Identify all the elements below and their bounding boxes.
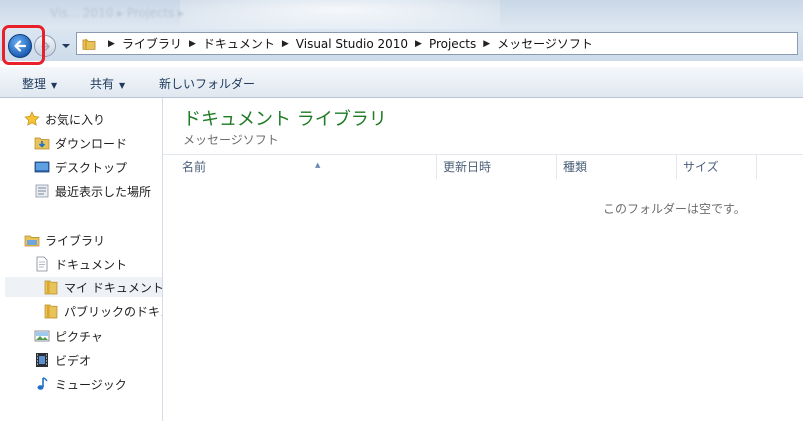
sidebar-item-favorites[interactable]: お気に入り	[24, 109, 105, 129]
navigation-pane: お気に入り ダウンロード デスクトップ 最近表示した場所 ライブラリ ドキュメン…	[0, 98, 163, 421]
back-button-highlight	[2, 25, 45, 65]
column-header-size[interactable]: サイズ	[677, 155, 757, 179]
chevron-down-icon: ▼	[119, 81, 126, 90]
downloads-folder-icon	[34, 135, 50, 151]
empty-folder-message: このフォルダーは空です。	[603, 202, 746, 216]
sidebar-item-music[interactable]: ミュージック	[34, 374, 127, 394]
folder-icon	[43, 279, 59, 295]
desktop-icon	[34, 159, 50, 175]
window-title: Vis... 2010 ▸ Projects ▸	[50, 6, 185, 20]
breadcrumb-separator-icon[interactable]: ▶	[415, 39, 422, 49]
breadcrumb-separator-icon[interactable]: ▶	[189, 39, 196, 49]
sidebar-item-label: パブリックのドキュメント	[64, 304, 162, 319]
breadcrumb-libraries[interactable]: ライブラリ	[122, 35, 182, 52]
sidebar-item-documents[interactable]: ドキュメント	[34, 254, 127, 274]
sidebar-item-label: デスクトップ	[55, 160, 128, 175]
sidebar-item-downloads[interactable]: ダウンロード	[34, 133, 127, 153]
column-header-name[interactable]: 名前 ▲	[176, 155, 437, 179]
file-list-pane: ドキュメント ライブラリ メッセージソフト 名前 ▲ 更新日時 種類 サイズ こ…	[163, 98, 803, 421]
share-menu-button[interactable]: 共有 ▼	[90, 75, 125, 92]
column-header-type[interactable]: 種類	[557, 155, 677, 179]
title-bar: Vis... 2010 ▸ Projects ▸	[0, 0, 803, 29]
sidebar-item-label: ビデオ	[55, 353, 92, 368]
videos-icon	[34, 352, 50, 368]
library-title: ドキュメント ライブラリ	[183, 109, 387, 130]
title-glow	[180, 0, 500, 29]
chevron-down-icon: ▼	[51, 81, 58, 90]
breadcrumb-message-soft[interactable]: メッセージソフト	[497, 35, 593, 52]
sidebar-item-my-documents[interactable]: マイ ドキュメント	[5, 277, 163, 297]
column-headers: 名前 ▲ 更新日時 種類 サイズ	[163, 154, 803, 179]
sidebar-item-recent-places[interactable]: 最近表示した場所	[34, 181, 151, 201]
column-label: サイズ	[683, 160, 719, 174]
organize-label: 整理	[22, 77, 47, 91]
sidebar-item-desktop[interactable]: デスクトップ	[34, 157, 127, 177]
sidebar-item-label: ピクチャ	[55, 329, 103, 344]
documents-icon	[34, 256, 50, 272]
new-folder-label: 新しいフォルダー	[159, 77, 256, 91]
sidebar-item-label: ドキュメント	[55, 257, 128, 272]
sidebar-item-label: ダウンロード	[55, 136, 128, 151]
column-header-modified[interactable]: 更新日時	[437, 155, 557, 179]
sidebar-item-label: お気に入り	[45, 112, 106, 127]
folder-icon	[43, 303, 59, 319]
address-bar[interactable]: ▶ ライブラリ ▶ ドキュメント ▶ Visual Studio 2010 ▶ …	[76, 32, 798, 55]
sidebar-item-pictures[interactable]: ピクチャ	[34, 326, 103, 346]
breadcrumb-separator-icon[interactable]: ▶	[483, 39, 490, 49]
breadcrumb-documents[interactable]: ドキュメント	[203, 35, 275, 52]
pictures-icon	[34, 328, 50, 344]
breadcrumb-separator-icon[interactable]: ▶	[108, 39, 115, 49]
breadcrumb-separator-icon[interactable]: ▶	[282, 39, 289, 49]
breadcrumb: ▶ ライブラリ ▶ ドキュメント ▶ Visual Studio 2010 ▶ …	[101, 33, 593, 54]
sidebar-item-label: ミュージック	[55, 377, 127, 392]
sidebar-item-label: ライブラリ	[45, 233, 106, 248]
organize-menu-button[interactable]: 整理 ▼	[22, 75, 57, 92]
recent-places-icon	[34, 183, 50, 199]
new-folder-button[interactable]: 新しいフォルダー	[159, 75, 255, 92]
breadcrumb-visual-studio[interactable]: Visual Studio 2010	[296, 37, 408, 51]
music-note-icon	[34, 376, 50, 392]
column-label: 名前	[182, 160, 207, 174]
sort-ascending-icon: ▲	[315, 161, 321, 169]
sidebar-item-libraries[interactable]: ライブラリ	[24, 230, 105, 250]
sidebar-item-label: 最近表示した場所	[55, 184, 152, 199]
breadcrumb-projects[interactable]: Projects	[429, 37, 476, 51]
folder-icon	[82, 39, 96, 50]
column-label: 更新日時	[443, 160, 492, 174]
library-subtitle: メッセージソフト	[183, 133, 279, 147]
star-icon	[24, 111, 40, 127]
sidebar-item-label: マイ ドキュメント	[64, 280, 163, 295]
sidebar-item-public-documents[interactable]: パブリックのドキュメント	[43, 301, 162, 321]
libraries-icon	[24, 232, 40, 248]
sidebar-item-videos[interactable]: ビデオ	[34, 350, 91, 370]
share-label: 共有	[90, 77, 115, 91]
column-label: 種類	[563, 160, 588, 174]
command-bar: 整理 ▼ 共有 ▼ 新しいフォルダー	[0, 67, 803, 98]
recent-pages-dropdown-icon[interactable]	[61, 41, 71, 51]
